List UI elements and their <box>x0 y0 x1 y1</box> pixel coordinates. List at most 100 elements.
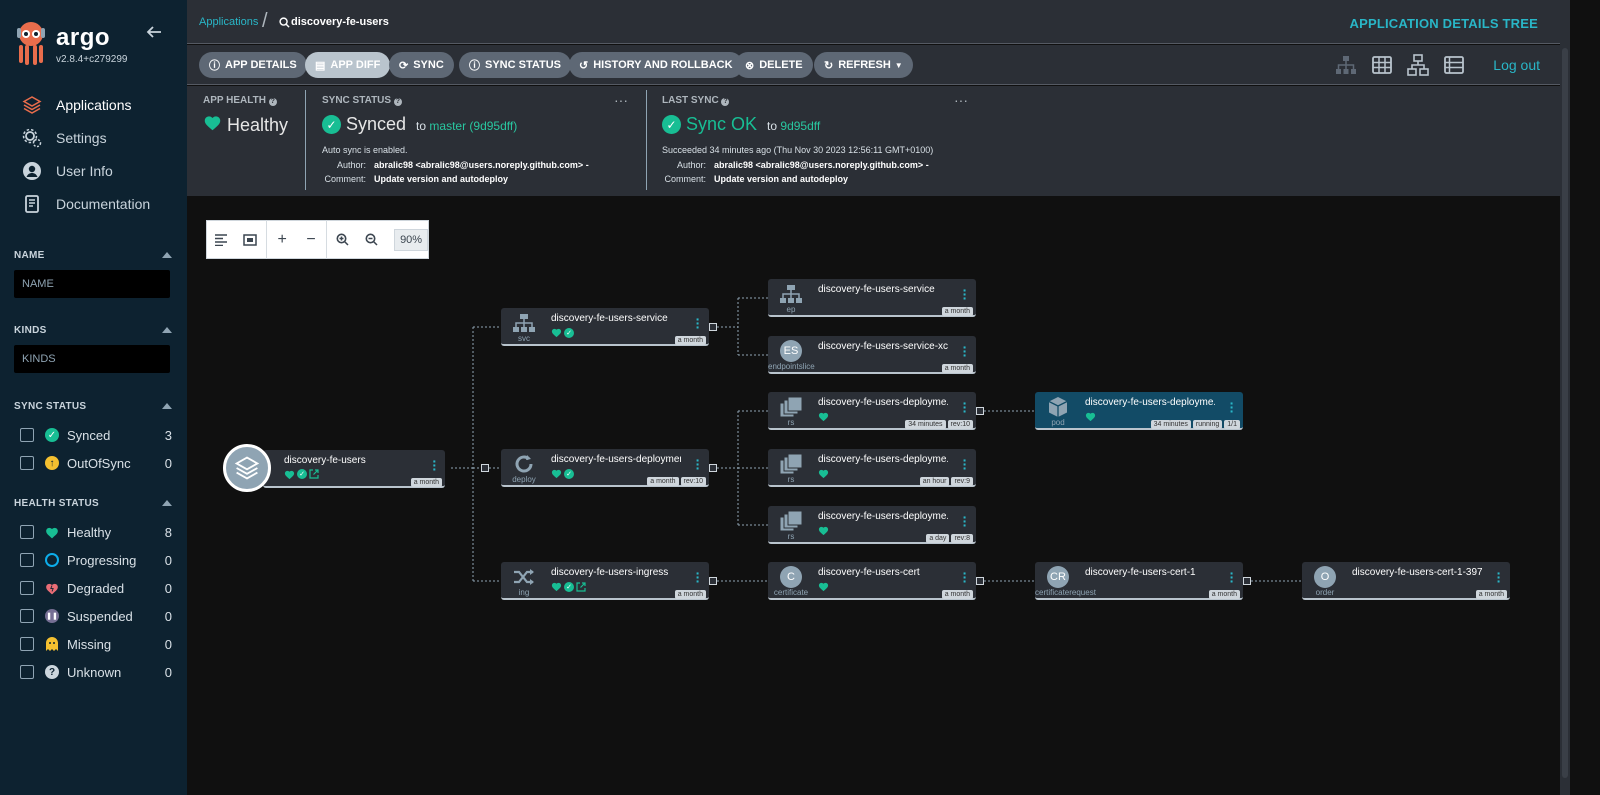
main-nav: Applications Settings User Info Document… <box>0 88 187 220</box>
checkbox[interactable] <box>20 428 34 442</box>
node-menu-icon[interactable]: · · · <box>962 396 968 418</box>
external-link-icon[interactable] <box>309 469 319 479</box>
sync-revision-link[interactable]: master (9d95dff) <box>429 119 517 133</box>
tree-view-icon[interactable] <box>1335 54 1357 76</box>
heart-icon <box>551 582 562 592</box>
node-menu-icon[interactable]: · · · <box>695 453 701 475</box>
kinds-filter-input[interactable] <box>14 345 170 373</box>
node-menu-icon[interactable]: · · · <box>695 312 701 334</box>
collapse-triangle-icon[interactable] <box>162 252 172 258</box>
node-menu-icon[interactable]: · · · <box>1496 566 1502 588</box>
collapse-sidebar-icon[interactable] <box>146 24 166 44</box>
user-circle-icon <box>22 161 42 181</box>
help-icon[interactable]: ? <box>393 98 402 106</box>
collapse-triangle-icon[interactable] <box>162 500 172 506</box>
node-menu-icon[interactable]: · · · <box>1229 396 1235 418</box>
sync-filter-outofsync[interactable]: ↑ OutOfSync 0 <box>14 449 172 477</box>
node-menu-icon[interactable]: · · · <box>962 453 968 475</box>
node-rs-3[interactable]: rs discovery-fe-users-deployme... · · · a … <box>768 506 976 544</box>
node-tag: a month <box>410 478 442 487</box>
node-rs-2[interactable]: rs discovery-fe-users-deployme... · · · an… <box>768 449 976 487</box>
refresh-button[interactable]: ↻ REFRESH ▼ <box>814 52 913 78</box>
node-menu-icon[interactable]: · · · <box>962 566 968 588</box>
node-tag: a month <box>1475 590 1507 599</box>
health-filter-degraded[interactable]: Degraded 0 <box>14 574 172 602</box>
checkbox[interactable] <box>20 609 34 623</box>
app-root-node[interactable]: discovery-fe-users ✓ · · · a month <box>223 444 489 492</box>
help-icon[interactable]: ? <box>721 98 730 106</box>
nav-user-info[interactable]: User Info <box>0 154 187 187</box>
node-menu-icon[interactable]: · · · <box>962 340 968 362</box>
health-filter-progressing[interactable]: Progressing 0 <box>14 546 172 574</box>
checkbox[interactable] <box>20 581 34 595</box>
node-ing[interactable]: ing discovery-fe-users-ingress ✓ · · · a m… <box>501 562 717 600</box>
node-certificaterequest[interactable]: CR certificaterequest discovery-fe-users… <box>1035 562 1251 600</box>
book-icon <box>22 194 42 214</box>
health-filter-unknown[interactable]: ? Unknown 0 <box>14 658 172 686</box>
node-connector[interactable] <box>1243 577 1251 585</box>
node-certificate[interactable]: C certificate discovery-fe-users-cert · ·… <box>768 562 984 600</box>
node-kind: rs <box>787 418 795 427</box>
node-rs-1[interactable]: rs discovery-fe-users-deployme... · · · 34… <box>768 392 984 430</box>
node-connector[interactable] <box>709 577 717 585</box>
node-connector[interactable] <box>976 407 984 415</box>
node-connector[interactable] <box>709 323 717 331</box>
collapse-triangle-icon[interactable] <box>162 327 172 333</box>
node-menu-icon[interactable]: · · · <box>695 566 701 588</box>
health-filter-healthy[interactable]: Healthy 8 <box>14 518 172 546</box>
app-diff-button[interactable]: ▤ APP DIFF <box>305 52 391 78</box>
logout-link[interactable]: Log out <box>1493 57 1540 73</box>
collapse-triangle-icon[interactable] <box>162 403 172 409</box>
delete-button[interactable]: ⊗ DELETE <box>735 52 813 78</box>
node-pod[interactable]: pod discovery-fe-users-deployme... · · · 3… <box>1035 392 1243 430</box>
sync-filter-synced[interactable]: ✓ Synced 3 <box>14 421 172 449</box>
history-rollback-button[interactable]: ↺ HISTORY AND ROLLBACK <box>569 52 743 78</box>
info-icon: ⓘ <box>209 60 220 72</box>
checkbox[interactable] <box>20 665 34 679</box>
node-svc[interactable]: svc discovery-fe-users-service ✓ · · · a m… <box>501 308 717 346</box>
nav-documentation[interactable]: Documentation <box>0 187 187 220</box>
health-filter-missing[interactable]: Missing 0 <box>14 630 172 658</box>
node-badge: O <box>1314 566 1336 588</box>
node-deploy[interactable]: deploy discovery-fe-users-deployment ✓ ·… <box>501 449 717 487</box>
node-title: discovery-fe-users-service <box>818 284 935 295</box>
network-view-icon[interactable] <box>1407 54 1429 76</box>
nav-settings[interactable]: Settings <box>0 121 187 154</box>
checkbox[interactable] <box>20 553 34 567</box>
filter-health-status: HEALTH STATUS Healthy 8 Progressing 0 De… <box>14 496 172 686</box>
sync-button[interactable]: ⟳ SYNC <box>389 52 454 78</box>
grid-view-icon[interactable] <box>1371 54 1393 76</box>
node-connector[interactable] <box>976 577 984 585</box>
last-sync-revision-link[interactable]: 9d95dff <box>780 119 820 133</box>
sync-status-button[interactable]: ⓘ SYNC STATUS <box>459 52 571 78</box>
node-connector[interactable] <box>481 464 489 472</box>
node-connector[interactable] <box>709 464 717 472</box>
node-order[interactable]: O order discovery-fe-users-cert-1-397...… <box>1302 562 1510 600</box>
list-view-icon[interactable] <box>1443 54 1465 76</box>
node-ep[interactable]: ep discovery-fe-users-service · · · a mont… <box>768 279 976 317</box>
external-link-icon[interactable] <box>576 581 586 592</box>
help-icon[interactable]: ? <box>268 98 277 106</box>
node-menu-icon[interactable]: · · · <box>962 510 968 532</box>
app-health-value: Healthy <box>227 114 289 135</box>
sync-icon: ⟳ <box>399 59 409 72</box>
node-menu-icon[interactable]: · · · <box>1229 566 1235 588</box>
breadcrumb-applications[interactable]: Applications <box>199 16 258 28</box>
last-sync-more-button[interactable]: ··· <box>954 92 968 108</box>
scrollbar-thumb[interactable] <box>1562 48 1568 778</box>
node-title: discovery-fe-users-cert-1-397... <box>1352 567 1482 578</box>
checkbox[interactable] <box>20 525 34 539</box>
node-menu-icon[interactable]: · · · <box>432 454 437 476</box>
checkbox[interactable] <box>20 456 34 470</box>
checkbox[interactable] <box>20 637 34 651</box>
scrollbar[interactable] <box>1560 0 1570 795</box>
node-menu-icon[interactable]: · · · <box>962 283 968 305</box>
health-filter-suspended[interactable]: ❚❚ Suspended 0 <box>14 602 172 630</box>
node-endpointslice[interactable]: ES endpointslice discovery-fe-users-serv… <box>768 336 976 374</box>
node-tag: rev:8 <box>951 534 973 543</box>
node-badge: CR <box>1047 566 1069 588</box>
sync-status-more-button[interactable]: ··· <box>614 92 628 108</box>
app-details-button[interactable]: ⓘ APP DETAILS <box>199 52 307 78</box>
nav-applications[interactable]: Applications <box>0 88 187 121</box>
name-filter-input[interactable] <box>14 270 170 298</box>
